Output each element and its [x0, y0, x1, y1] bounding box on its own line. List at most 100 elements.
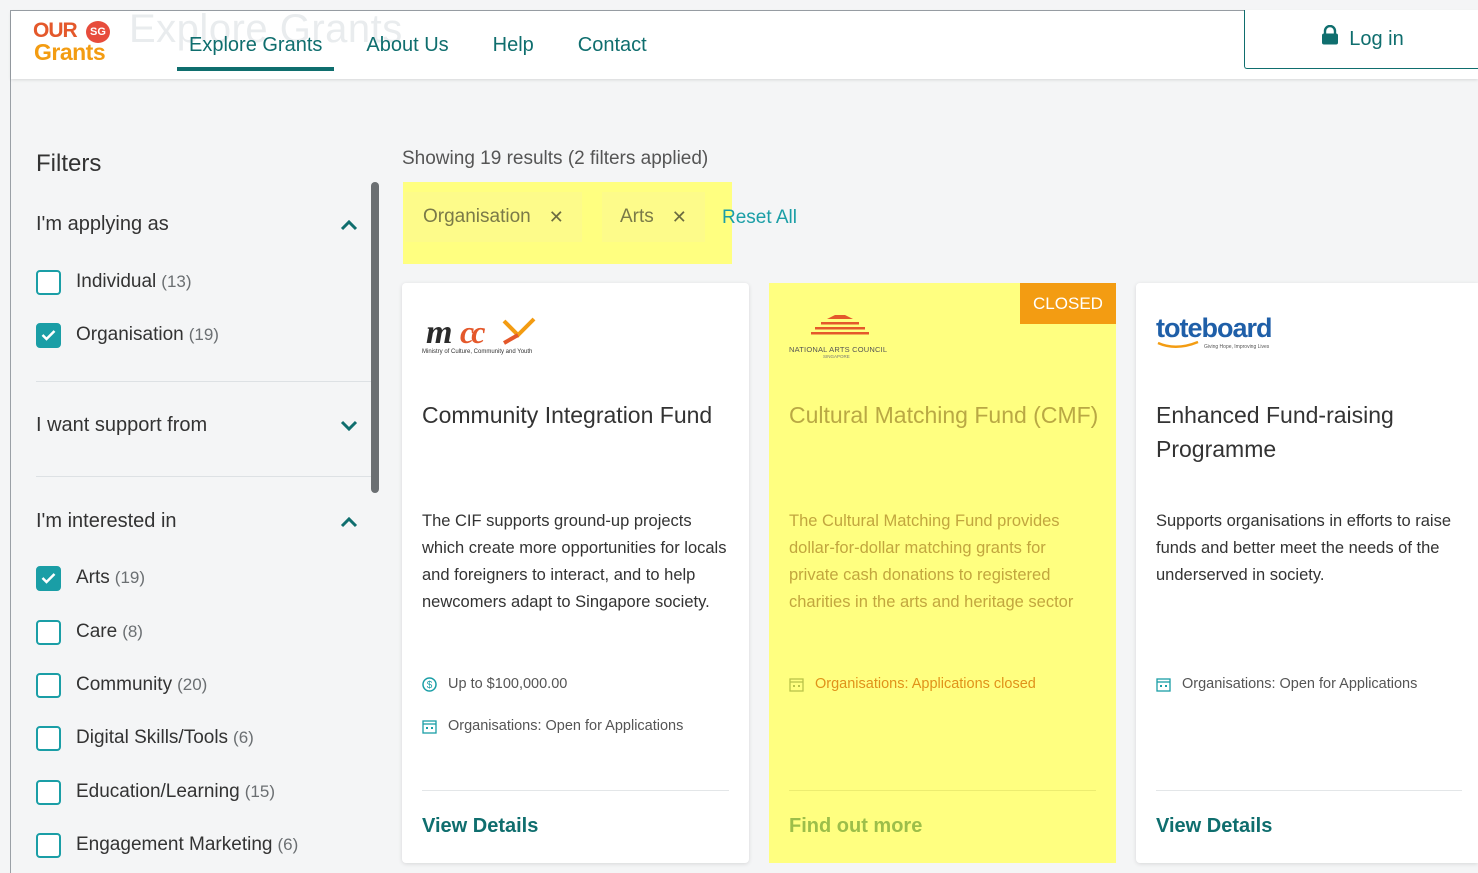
svg-text:m: m — [426, 314, 451, 351]
grant-status: Organisations: Open for Applications — [422, 718, 683, 734]
grant-status: Organisations: Open for Applications — [1156, 676, 1417, 692]
nav-explore-grants[interactable]: Explore Grants — [177, 11, 335, 79]
filter-option-count: (15) — [244, 782, 275, 801]
nav-contact[interactable]: Contact — [566, 11, 659, 79]
filter-section-title: I'm interested in — [36, 510, 177, 532]
checkmark-icon — [41, 573, 56, 584]
logo-name: NATIONAL ARTS COUNCIL — [789, 345, 888, 354]
close-icon[interactable]: ✕ — [549, 207, 564, 228]
chip-label: Arts — [620, 206, 654, 227]
logo-subtitle: Giving Hope, Improving Lives — [1204, 344, 1270, 350]
filter-section-interested-in[interactable]: I'm interested in — [36, 510, 358, 533]
calendar-icon — [789, 677, 804, 692]
chip-label: Organisation — [423, 206, 531, 227]
grant-card-enhanced-fund-raising[interactable]: toteboard Giving Hope, Improving Lives E… — [1136, 283, 1478, 863]
filter-option-count: (6) — [277, 835, 299, 854]
filter-option-digital-skills[interactable]: Digital Skills/Tools (6) — [36, 725, 254, 751]
checkbox-education[interactable] — [36, 779, 61, 805]
filter-option-organisation[interactable]: Organisation (19) — [36, 322, 219, 348]
checkbox-organisation[interactable] — [36, 322, 61, 348]
checkbox-community[interactable] — [36, 672, 61, 698]
card-divider — [789, 790, 1096, 791]
nac-logo-icon — [811, 315, 869, 335]
filter-option-count: (6) — [233, 728, 254, 747]
close-icon[interactable]: ✕ — [672, 207, 687, 228]
grant-status-text: Organisations: Open for Applications — [448, 718, 684, 734]
filter-option-individual[interactable]: Individual (13) — [36, 269, 192, 295]
grant-status-text: Organisations: Applications closed — [815, 676, 1036, 692]
login-button[interactable]: Log in — [1244, 10, 1478, 69]
view-details-link[interactable]: View Details — [422, 815, 538, 838]
grant-description: The CIF supports ground-up projects whic… — [422, 512, 727, 611]
filter-option-label: Education/Learning — [76, 781, 240, 802]
calendar-icon — [422, 719, 437, 734]
dollar-icon: $ — [422, 676, 437, 692]
grant-card-community-integration[interactable]: m cc Ministry of Culture, Community and … — [402, 283, 749, 863]
nac-logo: NATIONAL ARTS COUNCIL SINGAPORE — [789, 313, 889, 363]
grant-title[interactable]: Cultural Matching Fund (CMF) — [789, 398, 1099, 432]
filter-divider — [36, 381, 371, 382]
lock-icon — [1322, 25, 1339, 45]
checkbox-care[interactable] — [36, 619, 61, 645]
grant-card-cultural-matching-fund[interactable]: CLOSED NATIONAL ARTS COUNCIL SINGAPORE C… — [769, 283, 1116, 863]
logo-grants-text: Grants — [34, 39, 106, 65]
filter-option-count: (20) — [177, 675, 208, 694]
card-divider — [422, 790, 729, 791]
grant-title[interactable]: Enhanced Fund-raising Programme — [1156, 398, 1466, 466]
nav-help[interactable]: Help — [481, 11, 546, 79]
filter-option-label: Digital Skills/Tools — [76, 727, 229, 748]
grant-description: The Cultural Matching Fund provides doll… — [789, 512, 1074, 611]
chevron-up-icon — [340, 219, 358, 230]
main-nav: Explore Grants About Us Help Contact — [177, 11, 679, 79]
chevron-down-icon — [340, 420, 358, 431]
filter-option-count: (8) — [122, 622, 143, 641]
checkbox-digital-skills[interactable] — [36, 725, 61, 751]
logo-subtitle: SINGAPORE — [823, 354, 850, 359]
card-divider — [1156, 790, 1462, 791]
grant-status: Organisations: Applications closed — [789, 676, 1036, 692]
nav-about-us[interactable]: About Us — [354, 11, 460, 79]
filter-section-support-from[interactable]: I want support from — [36, 414, 358, 437]
site-logo[interactable]: OUR SG Grants — [33, 19, 133, 71]
filter-section-title: I'm applying as — [36, 213, 169, 235]
svg-text:$: $ — [427, 680, 433, 691]
filter-option-count: (19) — [188, 325, 219, 344]
checkmark-icon — [41, 330, 56, 341]
filter-chip-organisation[interactable]: Organisation ✕ — [405, 192, 582, 242]
filter-section-applying-as[interactable]: I'm applying as — [36, 213, 358, 236]
filter-option-community[interactable]: Community (20) — [36, 672, 207, 698]
filter-option-education[interactable]: Education/Learning (15) — [36, 779, 275, 805]
filters-title: Filters — [36, 150, 102, 177]
filter-option-label: Individual — [76, 271, 157, 292]
filter-option-label: Community — [76, 674, 173, 695]
filter-option-engagement-marketing[interactable]: Engagement Marketing (6) — [36, 832, 298, 858]
checkbox-engagement-marketing[interactable] — [36, 832, 61, 858]
grant-description: Supports organisations in efforts to rai… — [1156, 512, 1452, 584]
filter-divider — [36, 476, 371, 477]
site-header: Explore Grants OUR SG Grants Explore Gra… — [11, 7, 1478, 79]
logo-subtitle: Ministry of Culture, Community and Youth — [422, 349, 533, 355]
svg-text:cc: cc — [460, 314, 485, 350]
sidebar-scrollbar[interactable] — [371, 182, 379, 493]
filter-option-count: (19) — [114, 568, 146, 587]
reset-all-link[interactable]: Reset All — [722, 207, 797, 229]
filter-option-label: Engagement Marketing — [76, 834, 273, 855]
filter-option-care[interactable]: Care (8) — [36, 619, 143, 645]
filter-option-label: Care — [76, 621, 118, 642]
checkbox-individual[interactable] — [36, 269, 61, 295]
calendar-icon — [1156, 677, 1171, 692]
chevron-up-icon — [340, 516, 358, 527]
checkbox-arts[interactable] — [36, 565, 61, 591]
filter-chip-arts[interactable]: Arts ✕ — [602, 192, 705, 242]
grant-title[interactable]: Community Integration Fund — [422, 398, 732, 432]
grant-amount: $ Up to $100,000.00 — [422, 676, 567, 692]
closed-badge: CLOSED — [1020, 283, 1116, 324]
find-out-more-link[interactable]: Find out more — [789, 815, 922, 838]
filter-option-label: Organisation — [76, 324, 184, 345]
view-details-link[interactable]: View Details — [1156, 815, 1272, 838]
grant-status-text: Organisations: Open for Applications — [1182, 676, 1418, 692]
filter-option-count: (13) — [161, 272, 192, 291]
results-summary: Showing 19 results (2 filters applied) — [402, 148, 709, 169]
mccy-logo: m cc Ministry of Culture, Community and … — [422, 313, 552, 363]
filter-option-arts[interactable]: Arts (19) — [36, 565, 145, 591]
